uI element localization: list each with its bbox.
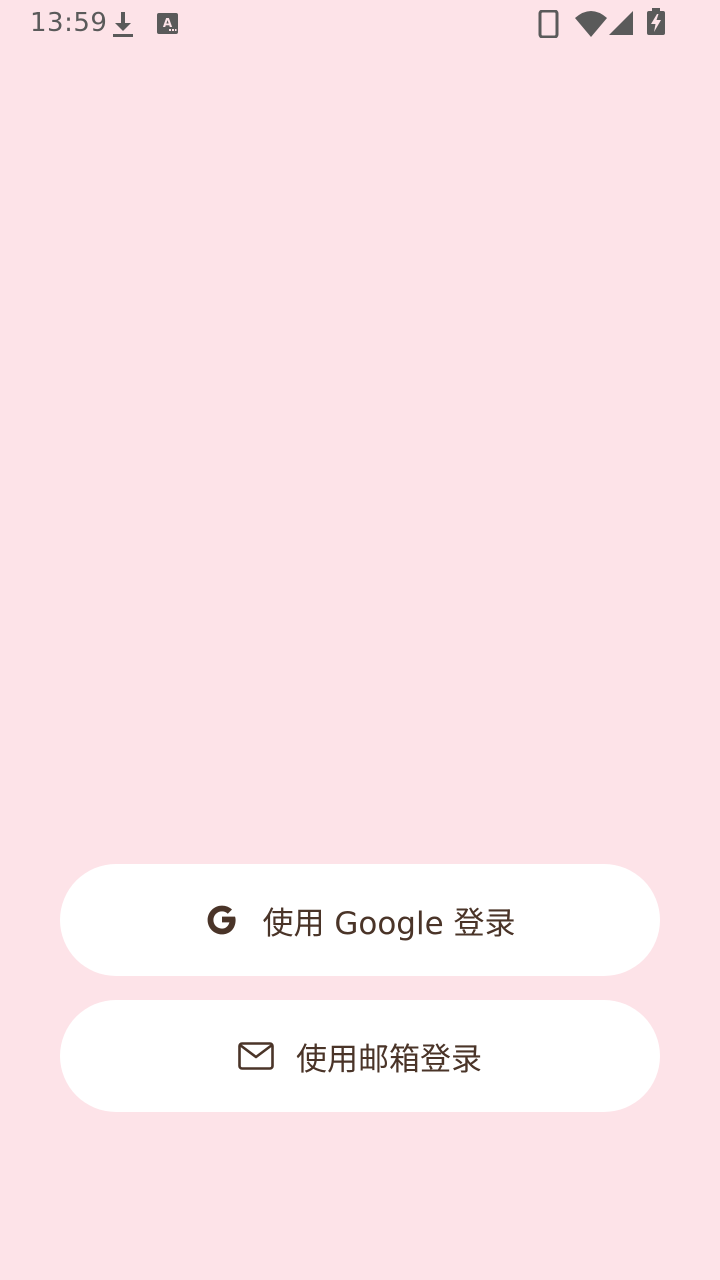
battery-charging-icon <box>647 8 665 35</box>
status-bar: 13:59 A <box>0 0 720 48</box>
email-login-button[interactable]: 使用邮箱登录 <box>60 1000 660 1112</box>
google-icon <box>208 905 237 935</box>
svg-text:A: A <box>163 16 173 30</box>
google-login-label: 使用 Google 登录 <box>262 905 516 942</box>
email-login-label: 使用邮箱登录 <box>296 1041 482 1078</box>
mail-icon <box>238 1042 274 1070</box>
text-input-icon: A <box>157 13 178 34</box>
google-login-button[interactable]: 使用 Google 登录 <box>60 864 660 976</box>
signal-icon <box>609 11 633 35</box>
status-time: 13:59 <box>30 8 108 38</box>
phone-icon <box>538 10 559 38</box>
wifi-icon <box>575 11 607 37</box>
download-icon <box>113 12 133 37</box>
